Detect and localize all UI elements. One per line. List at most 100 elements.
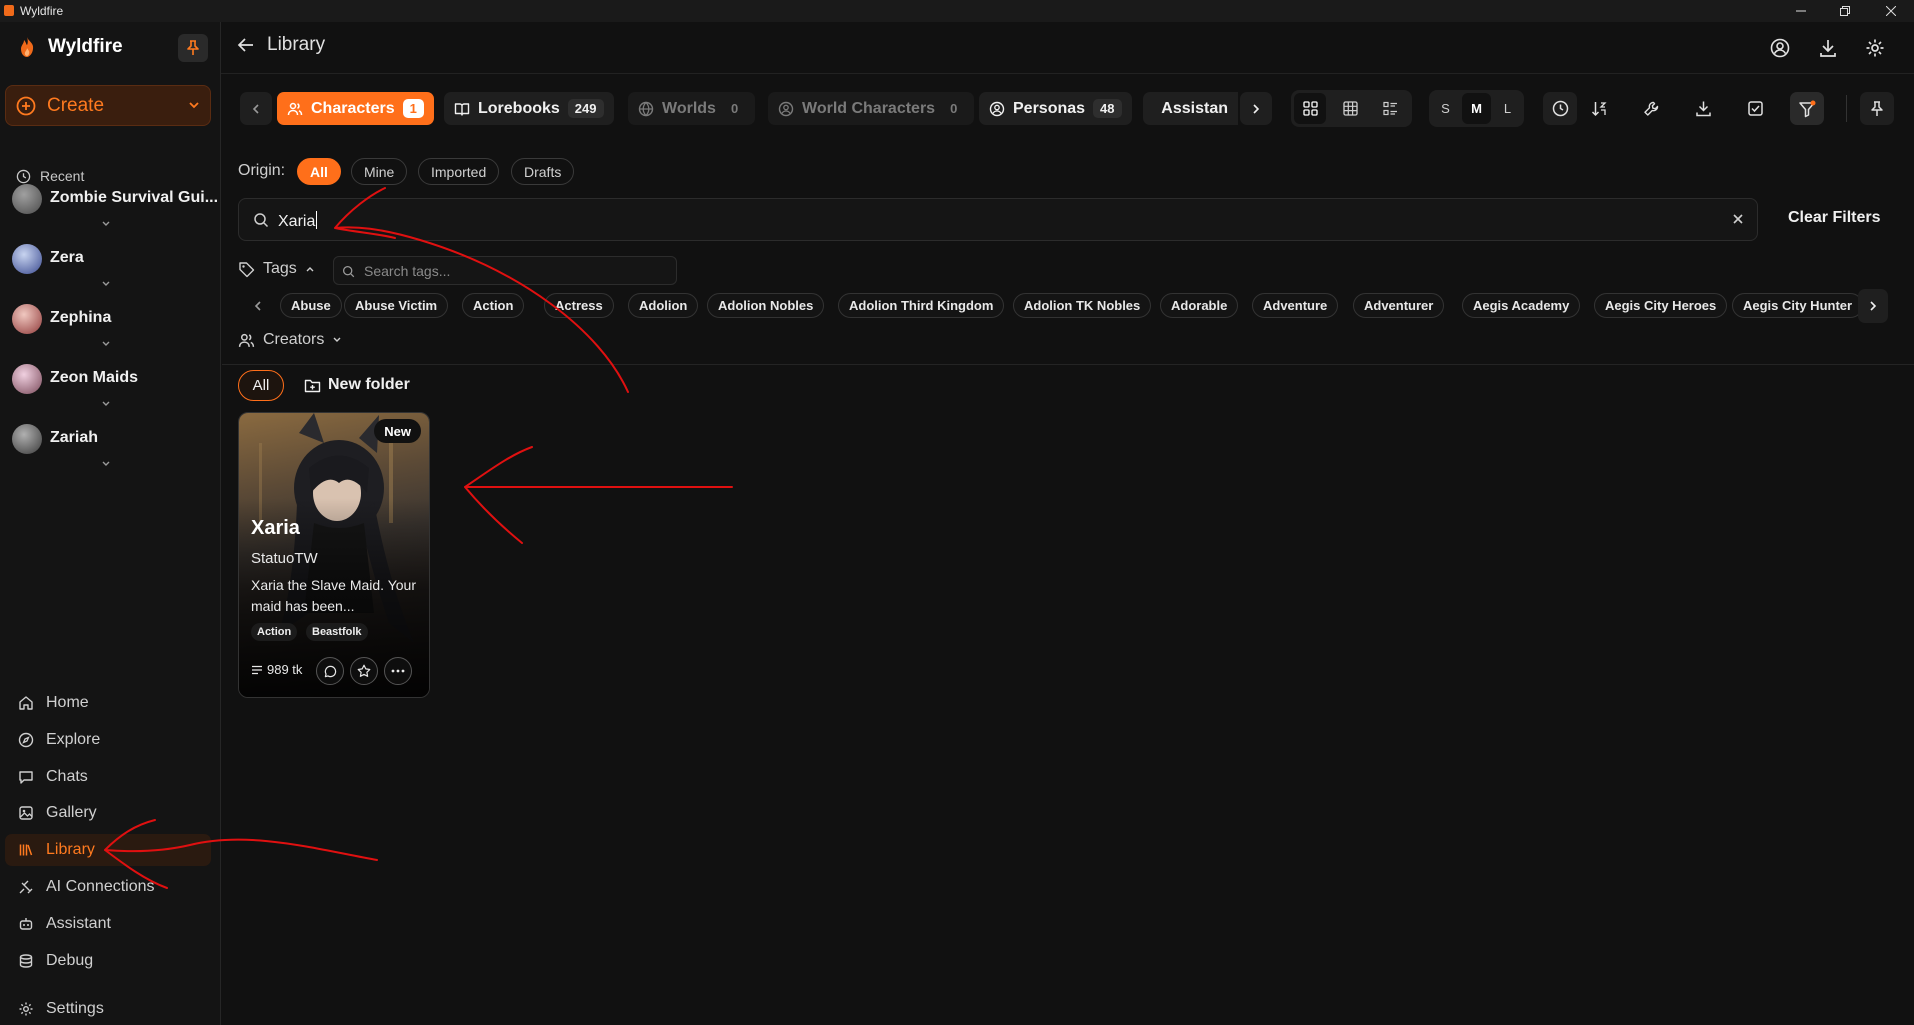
tab-world-characters[interactable]: World Characters 0 (768, 92, 975, 125)
tabs-scroll-left-button[interactable] (240, 92, 272, 125)
folder-all-chip[interactable]: All (238, 370, 284, 401)
card-creator[interactable]: StatuoTW (251, 550, 318, 567)
search-input[interactable]: Xaria (238, 198, 1758, 241)
origin-imported-chip[interactable]: Imported (418, 158, 500, 185)
tag-pill[interactable]: Adolion (628, 293, 699, 318)
recent-item-zephina[interactable]: Zephina (12, 300, 212, 360)
tabs-scroll-right-button[interactable] (1240, 92, 1272, 125)
nav-assistant[interactable]: Assistant (5, 908, 211, 940)
card-description: Xaria the Slave Maid. Your maid has been… (251, 577, 416, 614)
recent-item-zariah[interactable]: Zariah (12, 420, 212, 480)
nav-explore[interactable]: Explore (5, 724, 211, 756)
tag-search-input[interactable]: Search tags... (333, 256, 677, 285)
nav-ai-connections[interactable]: AI Connections (5, 871, 211, 903)
nav-chats[interactable]: Chats (5, 761, 211, 793)
tag-pill[interactable]: Adolion TK Nobles (1013, 293, 1152, 318)
settings-button[interactable] (1859, 33, 1891, 63)
character-card-xaria[interactable]: New Xaria StatuoTW Xaria the Slave Maid.… (238, 412, 430, 698)
tab-count-badge: 249 (567, 99, 604, 118)
size-medium-button[interactable]: M (1462, 93, 1491, 124)
brand[interactable]: Wyldfire (16, 36, 123, 58)
tag-pill[interactable]: Abuse (280, 293, 342, 318)
recent-item-zombie-survival-guide[interactable]: Zombie Survival Gui... (12, 180, 218, 240)
tab-characters[interactable]: Characters 1 (277, 92, 434, 125)
size-small-button[interactable]: S (1431, 93, 1460, 124)
clear-filters-button[interactable]: Clear Filters (1788, 209, 1880, 227)
section-divider (222, 364, 1914, 365)
card-more-button[interactable] (384, 657, 412, 685)
ai-connections-icon (19, 880, 33, 894)
tab-personas[interactable]: Personas 48 (979, 92, 1132, 125)
card-tag[interactable]: Action (251, 623, 298, 641)
nav-debug[interactable]: Debug (5, 945, 211, 977)
download-button[interactable] (1812, 33, 1844, 63)
tag-pill[interactable]: Adolion Third Kingdom (838, 293, 1005, 318)
back-arrow-icon[interactable] (237, 37, 255, 53)
tags-scroll-left-button[interactable] (243, 289, 273, 323)
pin-toolbar-button[interactable] (1860, 92, 1894, 125)
chevron-down-icon[interactable] (101, 220, 111, 228)
filter-button[interactable] (1790, 92, 1824, 125)
tab-worlds[interactable]: Worlds 0 (628, 92, 756, 125)
tag-pill[interactable]: Aegis Academy (1462, 293, 1581, 318)
tag-label: Adolion (639, 298, 688, 313)
close-window-button[interactable] (1868, 0, 1914, 22)
nav-library[interactable]: Library (5, 834, 211, 866)
chip-label: All (310, 163, 328, 180)
recent-sort-button[interactable] (1543, 92, 1577, 125)
origin-mine-chip[interactable]: Mine (351, 158, 408, 185)
recent-item-zera[interactable]: Zera (12, 240, 212, 300)
tools-button[interactable] (1634, 92, 1668, 125)
account-button[interactable] (1764, 33, 1796, 63)
chevron-down-icon[interactable] (101, 340, 111, 348)
view-grid-button[interactable] (1294, 93, 1326, 124)
recent-item-zeon-maids[interactable]: Zeon Maids (12, 360, 212, 420)
tag-pill[interactable]: Adventure (1252, 293, 1339, 318)
tag-pill[interactable]: Adolion Nobles (707, 293, 825, 318)
tag-pill[interactable]: Aegis City Hunter (1732, 293, 1864, 318)
pin-sidebar-button[interactable] (178, 34, 208, 62)
tag-label: Adolion Nobles (718, 298, 814, 313)
window-titlebar: Wyldfire (0, 0, 1914, 22)
size-large-button[interactable]: L (1493, 93, 1522, 124)
folder-label: All (252, 377, 270, 394)
tag-pill[interactable]: Adventurer (1353, 293, 1445, 318)
import-button[interactable] (1686, 92, 1720, 125)
tag-pill[interactable]: Aegis City Heroes (1594, 293, 1728, 318)
tags-label: Tags (263, 260, 297, 277)
tag-pill[interactable]: Adorable (1160, 293, 1239, 318)
creators-toggle[interactable]: Creators (238, 331, 342, 349)
card-tag[interactable]: Beastfolk (306, 623, 368, 641)
card-chat-button[interactable] (316, 657, 344, 685)
tab-lorebooks[interactable]: Lorebooks 249 (444, 92, 614, 125)
tag-pill[interactable]: Abuse Victim (344, 293, 449, 318)
tag-pill[interactable]: Actress (544, 293, 614, 318)
sort-order-button[interactable] (1582, 92, 1616, 125)
more-horizontal-icon (391, 669, 405, 673)
card-favorite-button[interactable] (350, 657, 378, 685)
origin-drafts-chip[interactable]: Drafts (511, 158, 575, 185)
select-mode-button[interactable] (1738, 92, 1772, 125)
view-table-button[interactable] (1334, 93, 1366, 124)
tags-scroll-right-button[interactable] (1858, 289, 1888, 323)
chevron-down-icon[interactable] (101, 280, 111, 288)
tags-toggle[interactable]: Tags (238, 260, 315, 278)
new-folder-button[interactable]: New folder (304, 376, 410, 394)
chevron-down-icon[interactable] (101, 400, 111, 408)
nav-settings[interactable]: Settings (5, 993, 211, 1025)
tag-pill[interactable]: Action (462, 293, 525, 318)
nav-gallery[interactable]: Gallery (5, 797, 211, 829)
app-logo-icon (4, 5, 14, 16)
create-button[interactable]: Create (5, 85, 211, 126)
clear-search-icon[interactable] (1731, 212, 1745, 226)
users-icon (287, 102, 303, 115)
chevron-up-icon (306, 267, 314, 272)
minimize-button[interactable] (1778, 0, 1824, 22)
view-list-button[interactable] (1374, 93, 1406, 124)
origin-all-chip[interactable]: All (297, 158, 341, 185)
tab-assistants[interactable]: Assistan (1143, 92, 1238, 125)
nav-label: Debug (46, 952, 94, 969)
restore-button[interactable] (1822, 0, 1868, 22)
nav-home[interactable]: Home (5, 687, 211, 719)
chevron-down-icon[interactable] (101, 460, 111, 468)
